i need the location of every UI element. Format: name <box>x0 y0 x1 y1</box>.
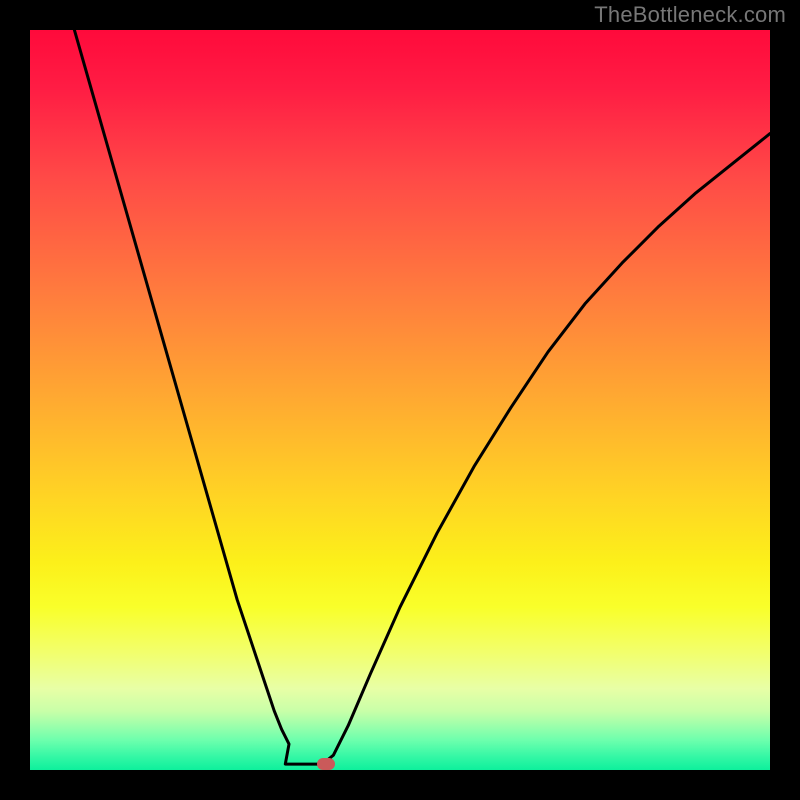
plot-area <box>30 30 770 770</box>
bottleneck-curve <box>30 30 770 770</box>
watermark-text: TheBottleneck.com <box>594 2 786 28</box>
bottleneck-marker <box>317 758 335 770</box>
curve-path <box>74 30 770 764</box>
chart-frame: TheBottleneck.com <box>0 0 800 800</box>
